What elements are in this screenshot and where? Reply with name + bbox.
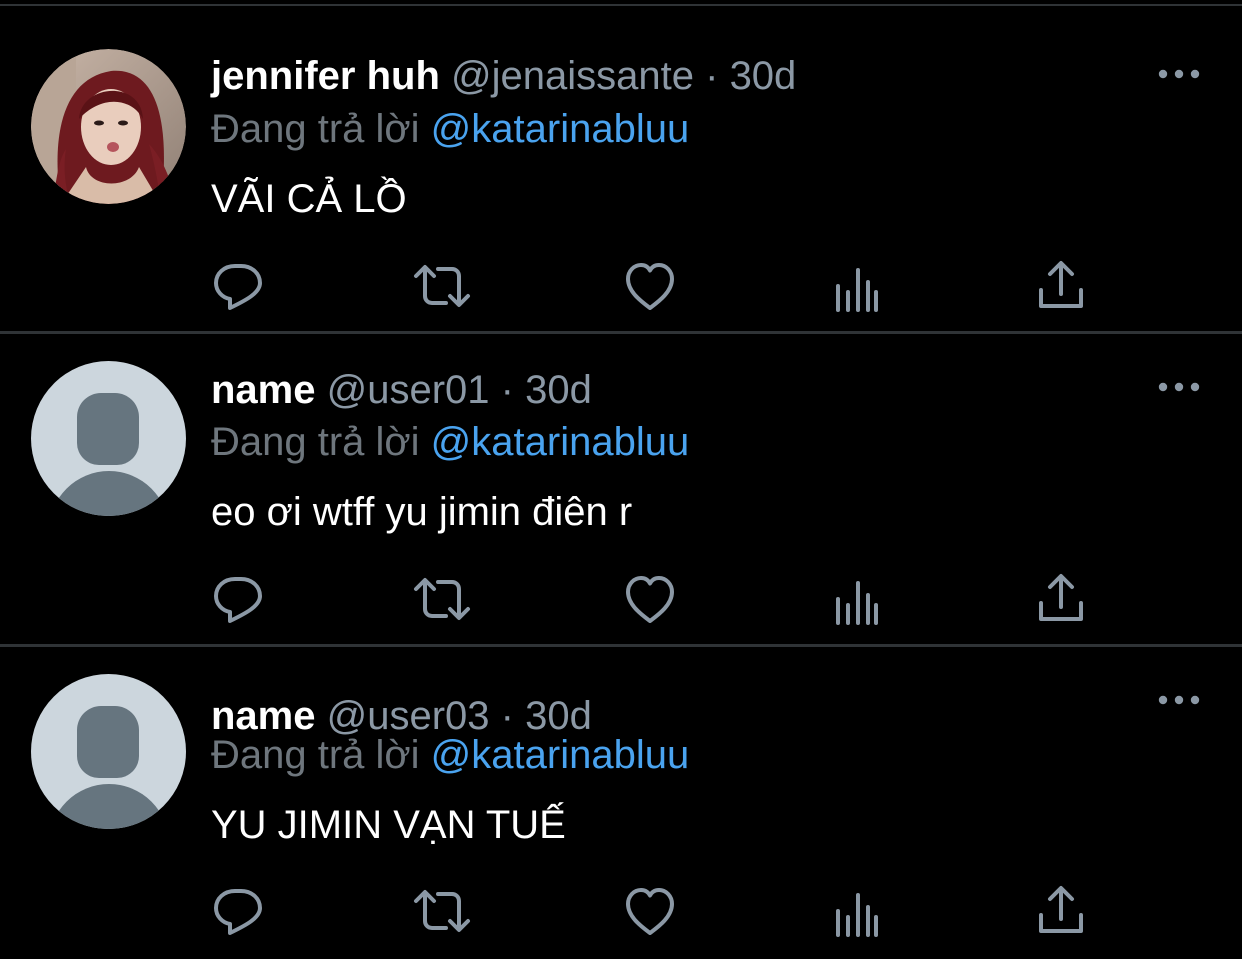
heart-icon — [626, 263, 674, 310]
replying-to-label: Đang trả lời — [211, 107, 420, 151]
reply-button[interactable] — [208, 881, 268, 941]
display-name[interactable]: jennifer huh — [211, 54, 440, 98]
heart-icon — [626, 888, 674, 935]
share-icon — [1039, 886, 1083, 933]
default-avatar-head — [77, 393, 139, 465]
analytics-button[interactable] — [826, 256, 886, 316]
like-button[interactable] — [620, 881, 680, 941]
tweet-card[interactable]: jennifer huh @jenaissante · 30d Đang trả… — [0, 6, 1242, 334]
retweet-button[interactable] — [412, 569, 472, 629]
more-icon[interactable] — [1158, 690, 1200, 710]
share-button[interactable] — [1031, 881, 1091, 941]
avatar[interactable] — [31, 674, 186, 829]
retweet-button[interactable] — [412, 881, 472, 941]
retweet-icon — [414, 265, 470, 307]
retweet-icon — [414, 578, 470, 620]
analytics-button[interactable] — [826, 569, 886, 629]
reply-button[interactable] — [208, 569, 268, 629]
avatar[interactable] — [31, 49, 186, 204]
reply-icon — [214, 264, 262, 310]
tweet-card[interactable]: name @user03 · 30d Đang trả lời @katarin… — [0, 647, 1242, 959]
analytics-button[interactable] — [826, 881, 886, 941]
display-name[interactable]: name — [211, 368, 316, 412]
default-avatar-head — [77, 706, 139, 778]
replying-to: Đang trả lời @katarinabluu — [211, 729, 689, 781]
tweet-card[interactable]: name @user01 · 30d Đang trả lời @katarin… — [0, 334, 1242, 647]
user-handle[interactable]: @user01 — [327, 368, 490, 412]
reply-icon — [214, 889, 262, 935]
timestamp[interactable]: 30d — [730, 54, 797, 98]
reply-icon — [214, 577, 262, 623]
user-handle[interactable]: @jenaissante — [451, 54, 694, 98]
mention-link[interactable]: @katarinabluu — [431, 420, 690, 464]
retweet-button[interactable] — [412, 256, 472, 316]
tweet-header: jennifer huh @jenaissante · 30d — [211, 50, 796, 102]
heart-icon — [626, 576, 674, 623]
separator: · — [500, 368, 514, 412]
replying-to: Đang trả lời @katarinabluu — [211, 103, 689, 155]
tweet-text: VÃI CẢ LỒ — [211, 177, 407, 221]
default-avatar-body — [49, 471, 169, 516]
separator: · — [705, 54, 719, 98]
more-icon[interactable] — [1158, 64, 1200, 84]
avatar[interactable] — [31, 361, 186, 516]
tweet-header: name @user01 · 30d — [211, 364, 592, 416]
like-button[interactable] — [620, 569, 680, 629]
tweet-text: eo ơi wtff yu jimin điên r — [211, 490, 633, 534]
retweet-icon — [414, 890, 470, 932]
analytics-icon — [836, 893, 878, 937]
replying-to-label: Đang trả lời — [211, 733, 420, 777]
replying-to-label: Đang trả lời — [211, 420, 420, 464]
analytics-icon — [836, 268, 878, 312]
timestamp[interactable]: 30d — [525, 368, 592, 412]
tweet-text: YU JIMIN VẠN TUẾ — [211, 803, 566, 847]
share-icon — [1039, 574, 1083, 621]
default-avatar-body — [49, 784, 169, 829]
reply-button[interactable] — [208, 256, 268, 316]
reply-feed: jennifer huh @jenaissante · 30d Đang trả… — [0, 0, 1242, 959]
analytics-icon — [836, 581, 878, 625]
replying-to: Đang trả lời @katarinabluu — [211, 416, 689, 468]
share-button[interactable] — [1031, 256, 1091, 316]
mention-link[interactable]: @katarinabluu — [431, 107, 690, 151]
mention-link[interactable]: @katarinabluu — [431, 733, 690, 777]
more-icon[interactable] — [1158, 377, 1200, 397]
share-button[interactable] — [1031, 569, 1091, 629]
like-button[interactable] — [620, 256, 680, 316]
share-icon — [1039, 261, 1083, 308]
